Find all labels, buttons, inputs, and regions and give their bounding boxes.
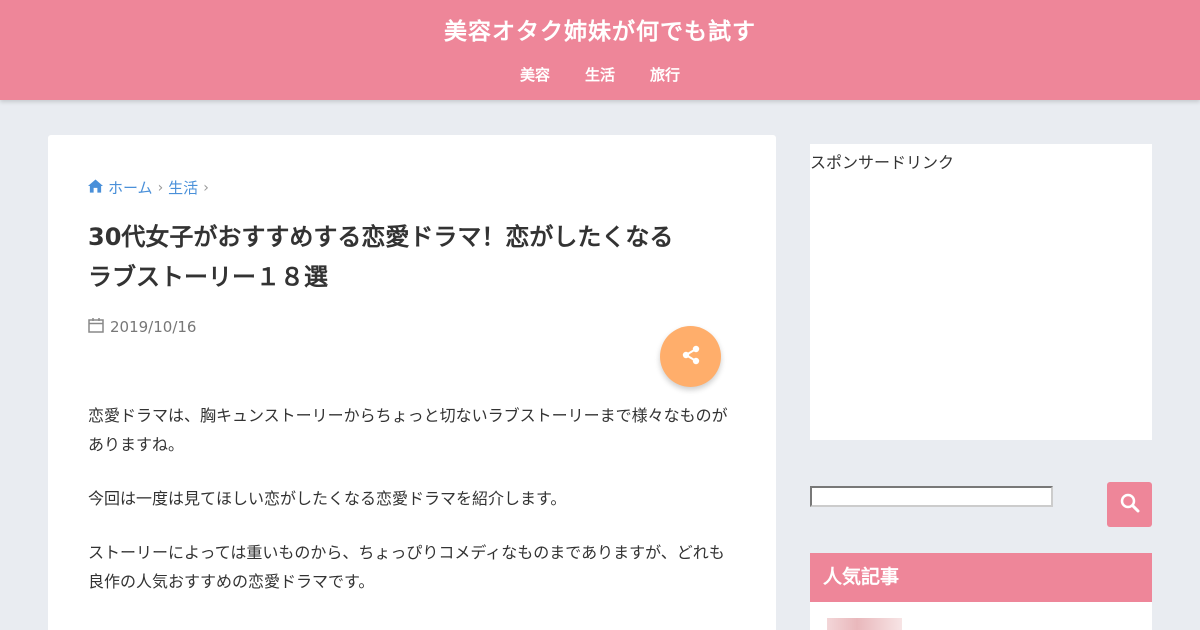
nav-item-travel[interactable]: 旅行 bbox=[650, 64, 681, 85]
sponsored-ad-block: スポンサードリンク bbox=[810, 144, 1152, 440]
article-title-line2: ラブストーリー１８選 bbox=[88, 263, 328, 291]
ad-label: スポンサードリンク bbox=[810, 153, 955, 172]
popular-posts-list bbox=[810, 602, 1152, 630]
home-icon bbox=[88, 178, 103, 197]
article-paragraph: ストーリーによっては重いものから、ちょっぴりコメディなものまでありますが、どれも… bbox=[88, 543, 725, 591]
article-paragraph: 恋愛ドラマは、胸キュンストーリーからちょっと切ないラブストーリーまで様々なものが… bbox=[88, 406, 728, 454]
nav-item-life[interactable]: 生活 bbox=[585, 64, 616, 85]
search-icon bbox=[1120, 493, 1140, 517]
calendar-icon bbox=[88, 317, 104, 337]
share-button[interactable] bbox=[660, 326, 721, 387]
article-title-line1: 30代女子がおすすめする恋愛ドラマ！恋がしたくなる bbox=[88, 223, 674, 251]
article-card: ホーム › 生活 › 30代女子がおすすめする恋愛ドラマ！恋がしたくなる ラブス… bbox=[48, 135, 776, 630]
popular-post-thumbnail[interactable] bbox=[827, 618, 902, 630]
popular-posts-heading: 人気記事 bbox=[810, 553, 1152, 602]
post-date: 2019/10/16 bbox=[88, 317, 196, 337]
breadcrumb-category-link[interactable]: 生活 bbox=[168, 177, 198, 198]
post-date-text: 2019/10/16 bbox=[110, 318, 197, 336]
site-title[interactable]: 美容オタク姉妹が何でも試す bbox=[0, 12, 1200, 46]
chevron-right-icon: › bbox=[203, 179, 209, 196]
article-title: 30代女子がおすすめする恋愛ドラマ！恋がしたくなる ラブストーリー１８選 bbox=[88, 217, 738, 297]
chevron-right-icon: › bbox=[157, 179, 164, 196]
site-header: 美容オタク姉妹が何でも試す 美容 生活 旅行 bbox=[0, 0, 1200, 100]
main-nav: 美容 生活 旅行 bbox=[0, 64, 1200, 85]
breadcrumb: ホーム › 生活 › bbox=[88, 177, 209, 198]
search-button[interactable] bbox=[1107, 482, 1152, 527]
share-icon bbox=[680, 344, 702, 370]
article-body: 恋愛ドラマは、胸キュンストーリーからちょっと切ないラブストーリーまで様々なものが… bbox=[88, 401, 740, 621]
search-input[interactable] bbox=[810, 486, 1053, 507]
nav-item-beauty[interactable]: 美容 bbox=[520, 64, 551, 85]
breadcrumb-home-link[interactable]: ホーム bbox=[108, 177, 153, 198]
article-paragraph: 今回は一度は見てほしい恋がしたくなる恋愛ドラマを紹介します。 bbox=[88, 489, 567, 508]
